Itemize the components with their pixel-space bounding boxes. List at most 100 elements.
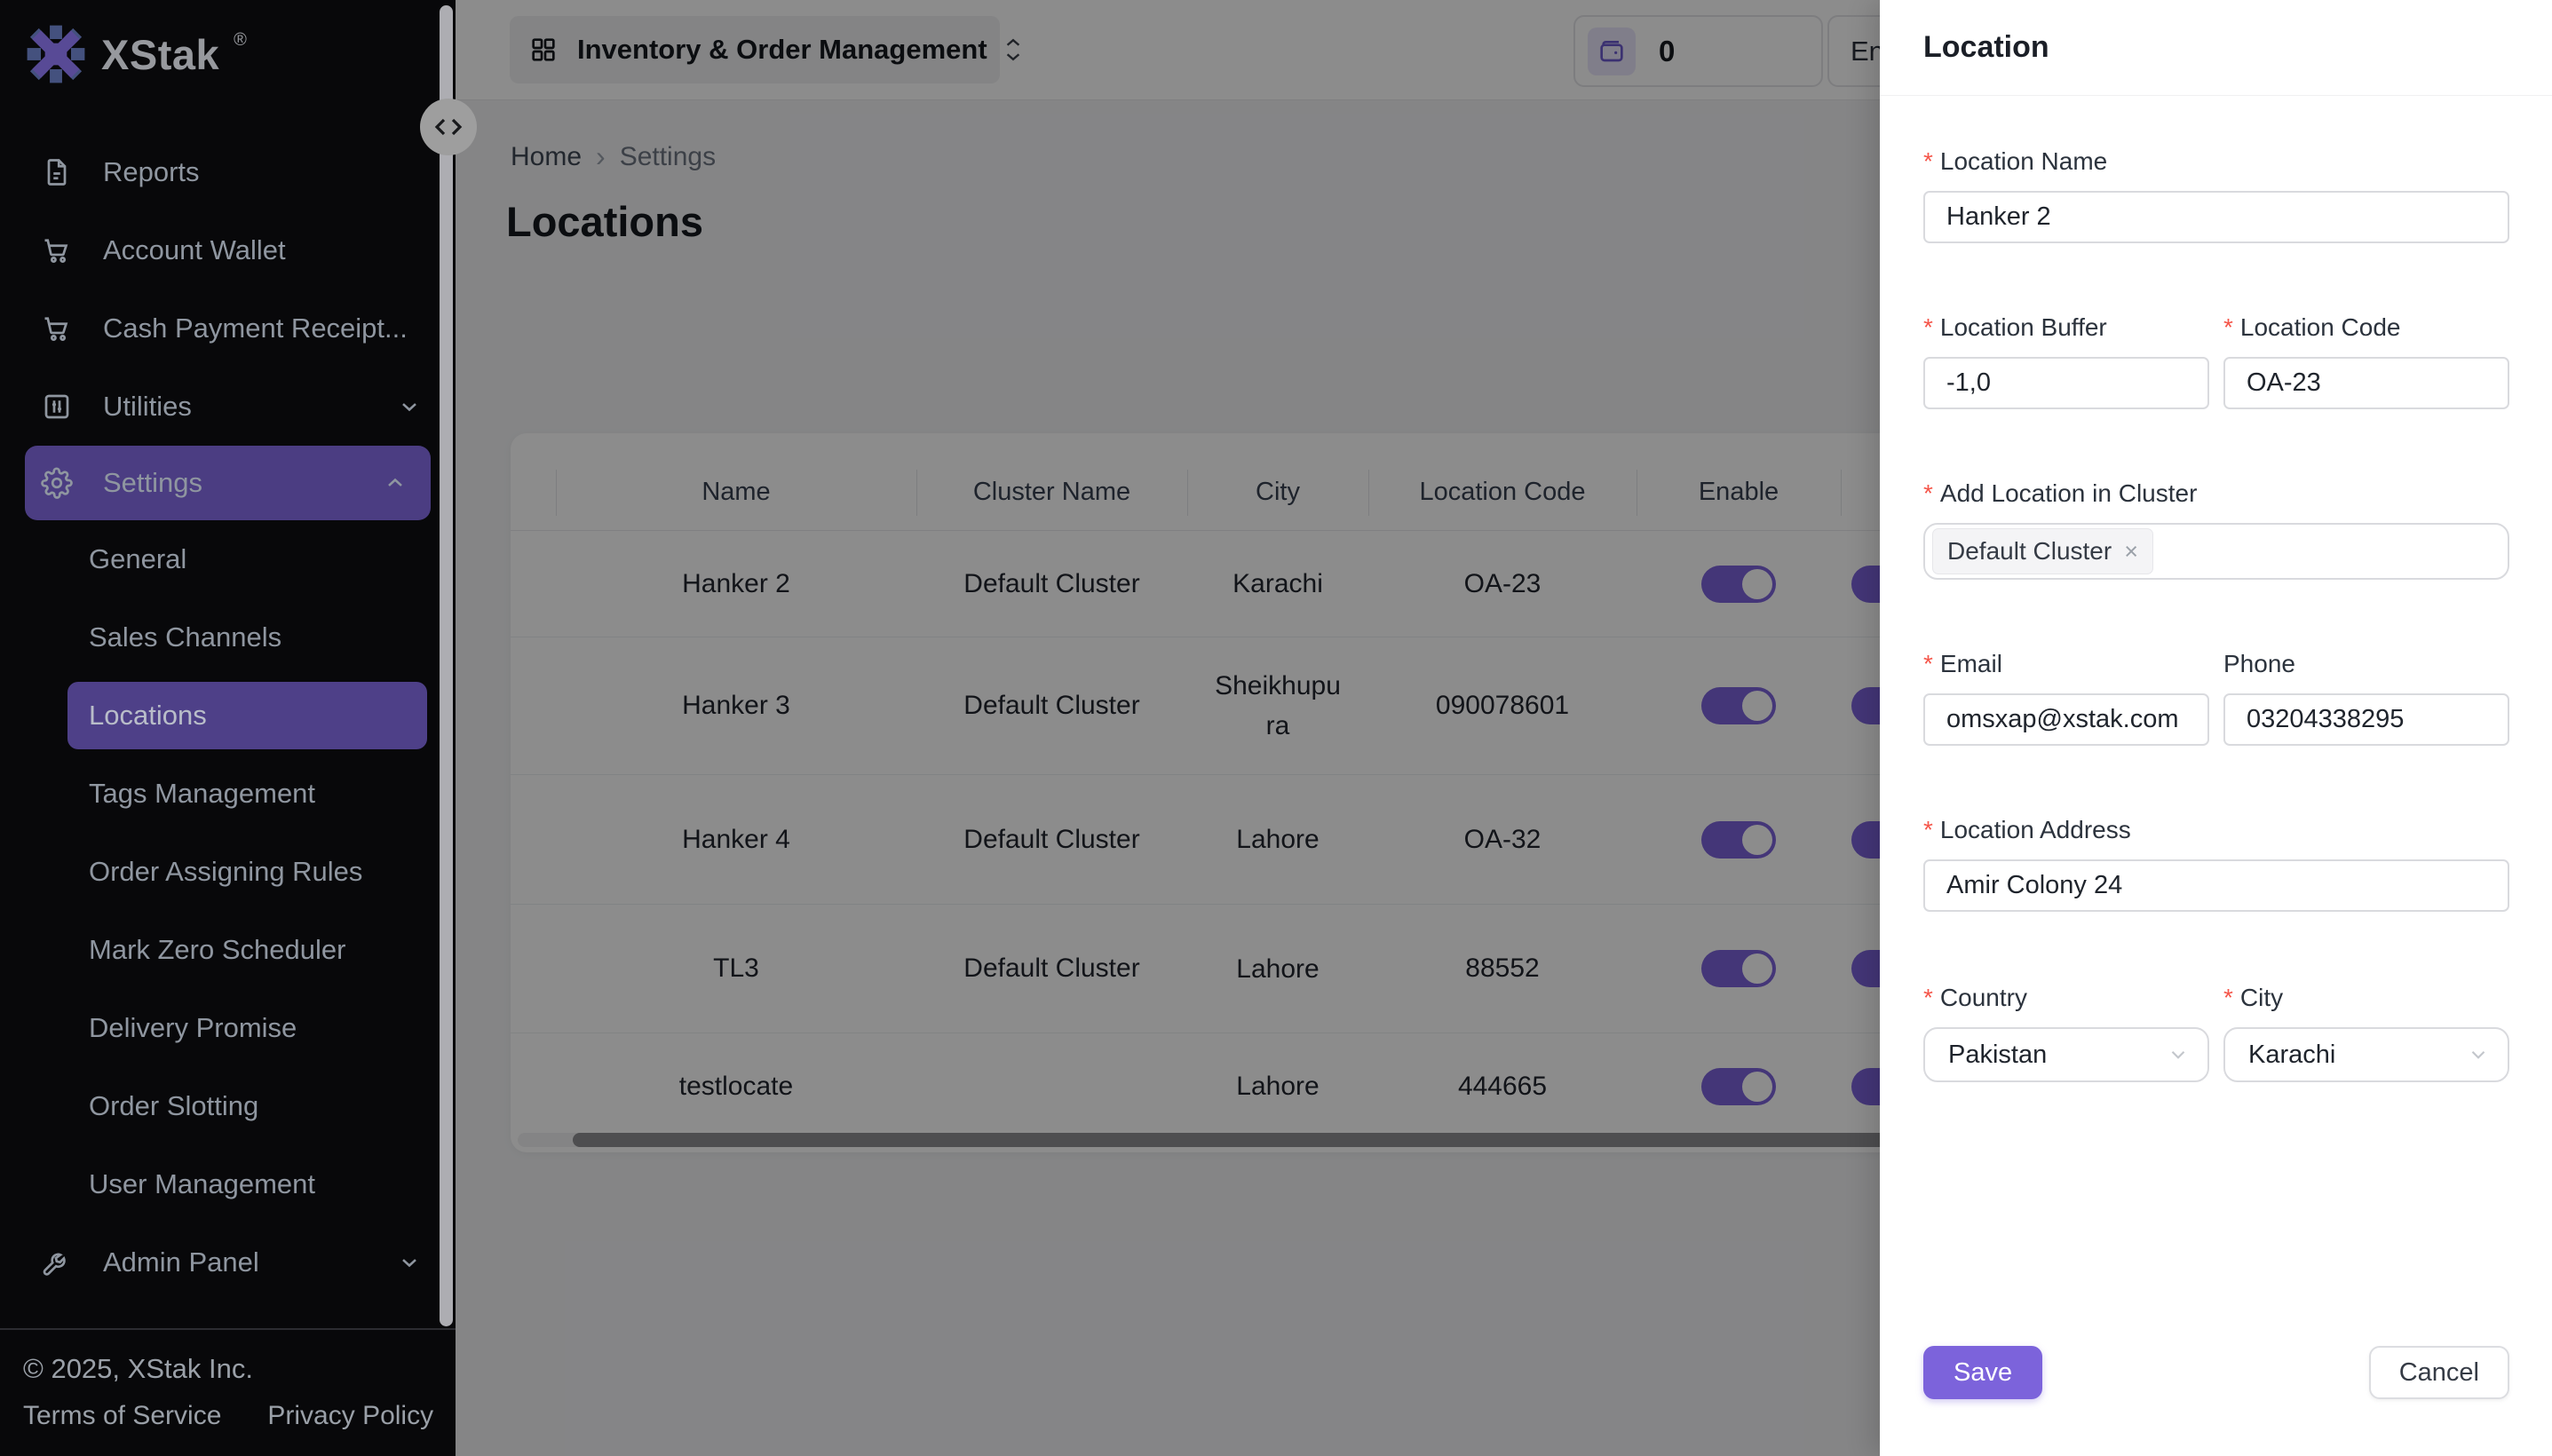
- brand-name: XStak: [101, 30, 219, 79]
- cart-icon: [41, 313, 73, 344]
- chevron-up-icon: [383, 471, 408, 495]
- city-label: City: [2240, 983, 2283, 1013]
- app-root: XStak ® Reports Account Wallet Cash Payment…: [0, 0, 2552, 1456]
- location-buffer-label: Location Buffer: [1940, 313, 2107, 343]
- chevron-down-icon: [2167, 1043, 2190, 1066]
- field-location-name: *Location Name: [1923, 146, 2509, 243]
- sidebar-item-mark-zero-scheduler[interactable]: Mark Zero Scheduler: [0, 911, 456, 989]
- field-country: *Country Pakistan: [1923, 983, 2209, 1082]
- phone-input[interactable]: [2223, 693, 2509, 746]
- sidebar-item-label: Order Slotting: [89, 1090, 258, 1122]
- cancel-button[interactable]: Cancel: [2369, 1346, 2509, 1399]
- city-value: Karachi: [2248, 1041, 2335, 1070]
- sidebar-item-order-slotting[interactable]: Order Slotting: [0, 1067, 456, 1145]
- drawer-footer: Save Cancel: [1880, 1346, 2552, 1399]
- sidebar-item-label: User Management: [89, 1168, 315, 1200]
- gear-icon: [41, 467, 73, 499]
- sidebar: XStak ® Reports Account Wallet Cash Payment…: [0, 0, 456, 1456]
- cluster-chip-label: Default Cluster: [1947, 537, 2112, 566]
- sidebar-scrollbar[interactable]: [440, 5, 453, 1326]
- sidebar-item-label: Mark Zero Scheduler: [89, 934, 345, 966]
- location-drawer: Location *Location Name *Location Buffer…: [1880, 0, 2552, 1456]
- chevron-down-icon: [397, 1250, 422, 1275]
- sidebar-item-label: Locations: [89, 700, 207, 732]
- sidebar-item-cash-payment-receipt[interactable]: Cash Payment Receipt...: [0, 289, 456, 368]
- city-select[interactable]: Karachi: [2223, 1027, 2509, 1082]
- address-input[interactable]: [1923, 859, 2509, 912]
- phone-label: Phone: [2223, 649, 2295, 679]
- email-input[interactable]: [1923, 693, 2209, 746]
- sidebar-item-label: Tags Management: [89, 778, 315, 810]
- country-label: Country: [1940, 983, 2027, 1013]
- document-icon: [41, 156, 73, 188]
- country-select[interactable]: Pakistan: [1923, 1027, 2209, 1082]
- sliders-icon: [41, 391, 73, 423]
- save-button[interactable]: Save: [1923, 1346, 2042, 1399]
- sidebar-item-utilities[interactable]: Utilities: [0, 368, 456, 446]
- sidebar-item-tags-management[interactable]: Tags Management: [0, 755, 456, 833]
- privacy-policy-link[interactable]: Privacy Policy: [267, 1401, 433, 1431]
- sidebar-item-label: Utilities: [103, 391, 192, 423]
- sidebar-item-settings[interactable]: Settings: [25, 446, 431, 520]
- sidebar-item-general[interactable]: General: [0, 520, 456, 598]
- sidebar-footer: © 2025, XStak Inc. Terms of Service Priv…: [0, 1328, 456, 1456]
- sidebar-item-label: Reports: [103, 156, 200, 188]
- sidebar-item-order-assigning-rules[interactable]: Order Assigning Rules: [0, 833, 456, 911]
- sidebar-item-label: Account Wallet: [103, 234, 286, 266]
- chevron-down-icon: [2467, 1043, 2490, 1066]
- sidebar-item-label: Sales Channels: [89, 621, 281, 653]
- sidebar-item-label: Delivery Promise: [89, 1012, 297, 1044]
- location-name-label: Location Name: [1940, 146, 2107, 177]
- sidebar-item-reports[interactable]: Reports: [0, 133, 456, 211]
- cluster-chip: Default Cluster ×: [1932, 528, 2153, 574]
- field-cluster: *Add Location in Cluster Default Cluster…: [1923, 479, 2509, 580]
- registered-mark: ®: [234, 30, 247, 51]
- brand-logo: XStak ®: [0, 0, 456, 87]
- cluster-label: Add Location in Cluster: [1940, 479, 2198, 509]
- address-label: Location Address: [1940, 815, 2131, 845]
- chip-remove-icon[interactable]: ×: [2124, 540, 2138, 564]
- location-form: *Location Name *Location Buffer *Locatio…: [1880, 146, 2552, 1082]
- required-asterisk: *: [1923, 313, 1933, 343]
- field-location-buffer: *Location Buffer: [1923, 313, 2209, 409]
- sidebar-item-delivery-promise[interactable]: Delivery Promise: [0, 989, 456, 1067]
- sidebar-item-label: Order Assigning Rules: [89, 856, 362, 888]
- terms-of-service-link[interactable]: Terms of Service: [23, 1401, 221, 1431]
- location-buffer-input[interactable]: [1923, 357, 2209, 409]
- country-value: Pakistan: [1948, 1041, 2047, 1070]
- field-city: *City Karachi: [2223, 983, 2509, 1082]
- sidebar-item-label: Admin Panel: [103, 1246, 259, 1278]
- chevron-down-icon: [397, 394, 422, 419]
- cart-icon: [41, 234, 73, 266]
- required-asterisk: *: [1923, 815, 1933, 845]
- field-phone: *Phone: [2223, 649, 2509, 746]
- sidebar-item-user-management[interactable]: User Management: [0, 1145, 456, 1223]
- drawer-title: Location: [1923, 30, 2049, 65]
- location-code-input[interactable]: [2223, 357, 2509, 409]
- sidebar-item-label: General: [89, 543, 186, 575]
- sidebar-collapse-button[interactable]: [420, 99, 477, 155]
- sidebar-item-label: Cash Payment Receipt...: [103, 313, 408, 344]
- sidebar-item-admin-panel[interactable]: Admin Panel: [0, 1223, 456, 1302]
- location-code-label: Location Code: [2240, 313, 2401, 343]
- code-collapse-icon: [433, 114, 464, 140]
- location-name-input[interactable]: [1923, 191, 2509, 243]
- sidebar-item-sales-channels[interactable]: Sales Channels: [0, 598, 456, 677]
- sidebar-nav: Reports Account Wallet Cash Payment Receip…: [0, 133, 456, 1302]
- field-location-code: *Location Code: [2223, 313, 2509, 409]
- drawer-header: Location: [1880, 0, 2552, 96]
- required-asterisk: *: [1923, 146, 1933, 177]
- field-address: *Location Address: [1923, 815, 2509, 912]
- sidebar-item-locations[interactable]: Locations: [67, 682, 427, 749]
- required-asterisk: *: [1923, 649, 1933, 679]
- required-asterisk: *: [2223, 983, 2233, 1013]
- email-label: Email: [1940, 649, 2002, 679]
- required-asterisk: *: [1923, 983, 1933, 1013]
- xstak-logo-icon: [23, 21, 89, 87]
- sidebar-item-account-wallet[interactable]: Account Wallet: [0, 211, 456, 289]
- field-email: *Email: [1923, 649, 2209, 746]
- sidebar-item-label: Settings: [103, 467, 202, 499]
- copyright-text: © 2025, XStak Inc.: [23, 1353, 456, 1385]
- cluster-multiselect[interactable]: Default Cluster ×: [1923, 523, 2509, 580]
- required-asterisk: *: [2223, 313, 2233, 343]
